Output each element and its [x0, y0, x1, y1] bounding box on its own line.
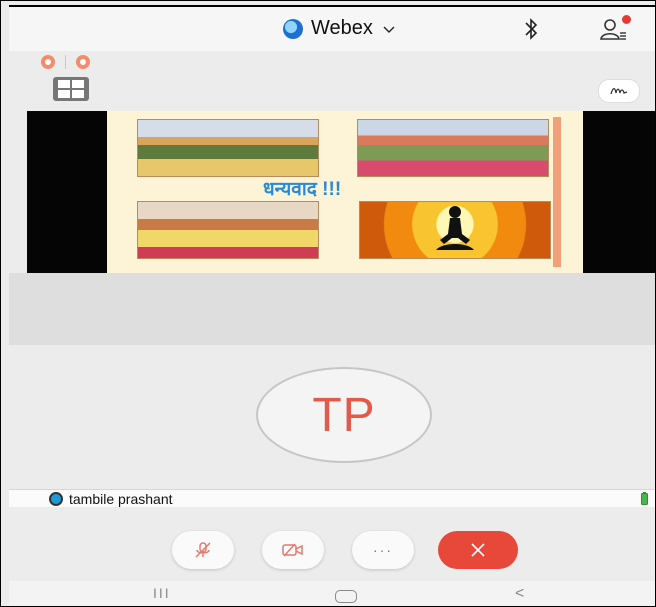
slide-thanks-text: धन्यवाद !!!: [263, 179, 342, 200]
mute-button[interactable]: [172, 531, 234, 569]
meeting-status: [41, 55, 90, 69]
system-navigation-bar: III <: [9, 581, 655, 606]
annotate-icon[interactable]: [598, 79, 640, 103]
end-call-icon: [471, 543, 485, 557]
end-call-button[interactable]: [438, 531, 518, 569]
app-title: Webex: [311, 17, 373, 39]
video-off-icon: [282, 543, 303, 557]
mute-status-icon: [41, 55, 55, 69]
mute-icon: [195, 542, 211, 558]
layout-grid-icon[interactable]: [53, 77, 89, 101]
call-controls: ···: [9, 507, 655, 581]
yoga-photo: [137, 119, 319, 177]
recording-status-icon: [76, 55, 90, 69]
shared-screen: धन्यवाद !!!: [27, 111, 655, 273]
home-icon[interactable]: [335, 590, 357, 603]
top-bar: Webex: [9, 5, 655, 51]
more-icon: ···: [373, 542, 393, 558]
sunset-photo: [359, 201, 551, 259]
divider: [65, 55, 66, 69]
notification-dot: [622, 15, 631, 24]
webex-logo-icon: [283, 18, 303, 39]
slide-decoration: [553, 117, 561, 267]
participant-name-bar: tambile prashant: [9, 489, 655, 509]
more-button[interactable]: ···: [352, 531, 414, 569]
shared-slide: धन्यवाद !!!: [107, 111, 583, 273]
yoga-photo: [357, 119, 549, 177]
recent-apps-icon[interactable]: III: [153, 585, 171, 601]
yoga-photo: [137, 201, 319, 259]
video-toggle-button[interactable]: [262, 531, 324, 569]
app-window: Webex धन्यवाद !!! TP tambile prashant ··…: [0, 0, 656, 607]
battery-icon: [641, 492, 648, 505]
avatar-initials: TP: [312, 388, 376, 442]
participant-name: tambile prashant: [69, 491, 173, 507]
share-background: [9, 273, 655, 345]
meeting-title[interactable]: Webex: [283, 17, 395, 40]
back-icon[interactable]: <: [515, 585, 524, 603]
avatar[interactable]: TP: [256, 367, 432, 463]
video-area: TP: [9, 345, 655, 489]
chevron-down-icon[interactable]: [383, 21, 395, 37]
bluetooth-icon[interactable]: [521, 17, 541, 41]
participant-status-icon: [49, 492, 63, 506]
yoga-silhouette-icon: [436, 206, 474, 250]
